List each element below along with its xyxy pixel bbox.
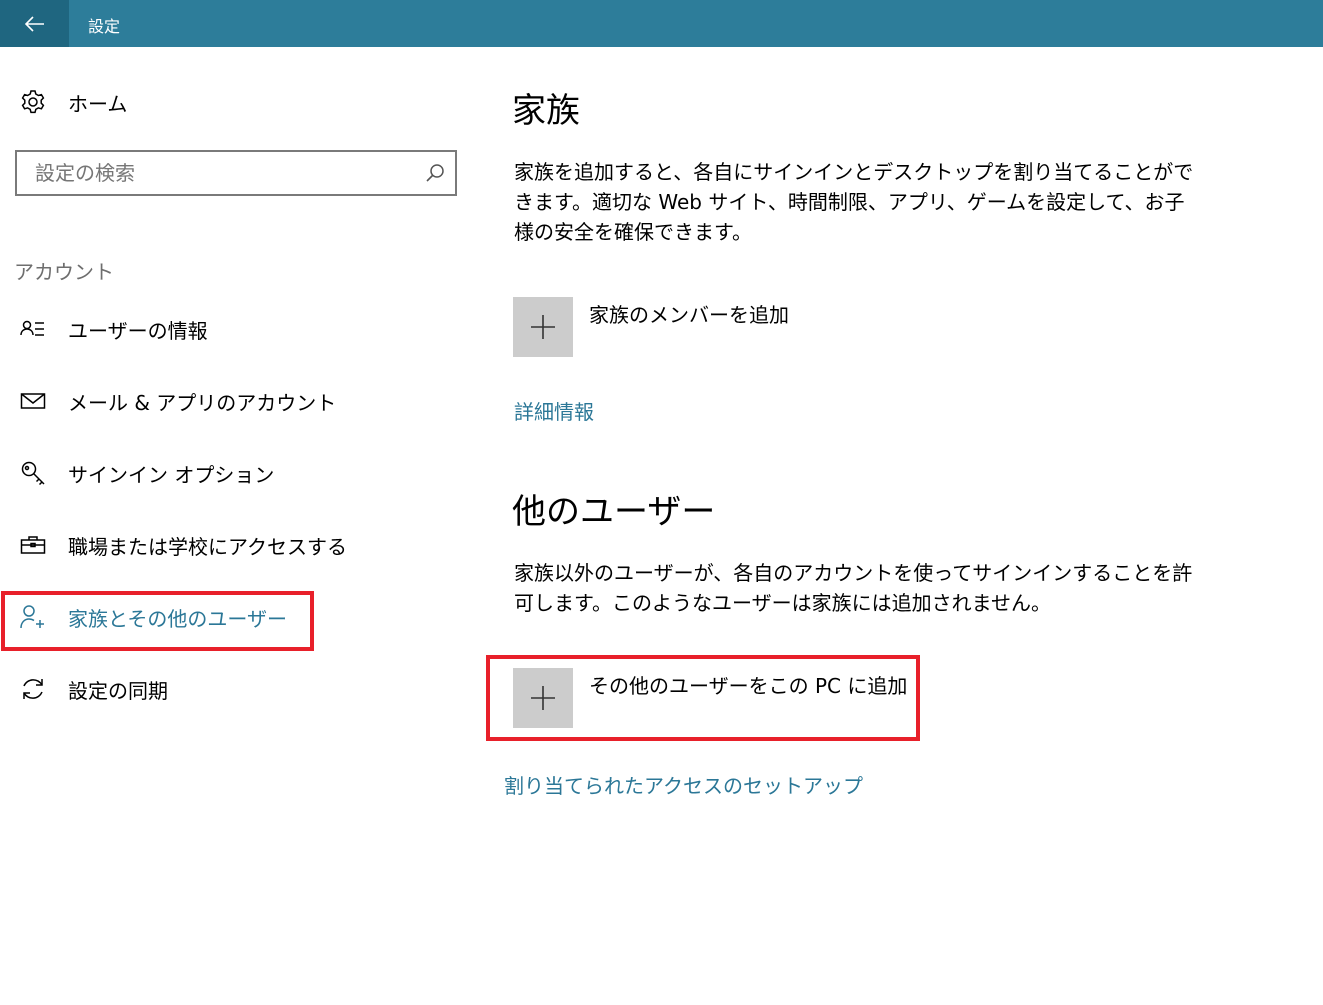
section-header: アカウント bbox=[14, 260, 114, 284]
other-users-heading: 他のユーザー bbox=[512, 492, 716, 532]
plus-icon bbox=[531, 315, 555, 339]
other-users-description: 家族以外のユーザーが、各自のアカウントを使ってサインインすることを許可します。こ… bbox=[514, 561, 1193, 615]
search-input[interactable] bbox=[17, 152, 425, 194]
sidebar-item-label: ユーザーの情報 bbox=[68, 318, 208, 343]
sidebar-item-mail-accounts[interactable]: メール & アプリのアカウント bbox=[20, 383, 336, 419]
sync-icon bbox=[20, 676, 46, 702]
add-family-member-label: 家族のメンバーを追加 bbox=[589, 303, 789, 327]
search-box bbox=[15, 150, 457, 196]
assigned-access-link[interactable]: 割り当てられたアクセスのセットアップ bbox=[504, 770, 863, 799]
highlight-box-add-user bbox=[486, 655, 920, 741]
nav-home[interactable]: ホーム bbox=[20, 86, 127, 118]
add-tile bbox=[513, 297, 573, 357]
back-button[interactable] bbox=[0, 0, 69, 47]
sidebar-item-label: 設定の同期 bbox=[68, 678, 168, 703]
family-description: 家族を追加すると、各自にサインインとデスクトップを割り当てることができます。適切… bbox=[514, 160, 1194, 244]
family-heading: 家族 bbox=[512, 91, 580, 131]
title-bar: 設定 bbox=[0, 0, 1323, 47]
window-title: 設定 bbox=[88, 17, 121, 36]
sidebar-item-work-school[interactable]: 職場または学校にアクセスする bbox=[20, 527, 347, 563]
sidebar-item-sync-settings[interactable]: 設定の同期 bbox=[20, 671, 168, 707]
sidebar-item-label: 職場または学校にアクセスする bbox=[68, 534, 347, 559]
key-icon bbox=[20, 460, 46, 486]
user-info-icon bbox=[20, 316, 46, 342]
sidebar-item-label: サインイン オプション bbox=[68, 462, 275, 487]
highlight-box-family-nav bbox=[1, 591, 314, 651]
more-info-link[interactable]: 詳細情報 bbox=[514, 396, 594, 425]
home-label: ホーム bbox=[68, 91, 128, 116]
search-icon[interactable] bbox=[425, 163, 445, 183]
sidebar-item-user-info[interactable]: ユーザーの情報 bbox=[20, 311, 208, 347]
add-family-member-button[interactable]: 家族のメンバーを追加 bbox=[513, 297, 789, 357]
sidebar-item-signin-options[interactable]: サインイン オプション bbox=[20, 455, 274, 491]
mail-icon bbox=[20, 388, 46, 414]
gear-icon bbox=[20, 89, 46, 115]
back-arrow-icon bbox=[24, 15, 44, 32]
sidebar-item-label: メール & アプリのアカウント bbox=[68, 390, 337, 415]
briefcase-icon bbox=[20, 532, 46, 558]
